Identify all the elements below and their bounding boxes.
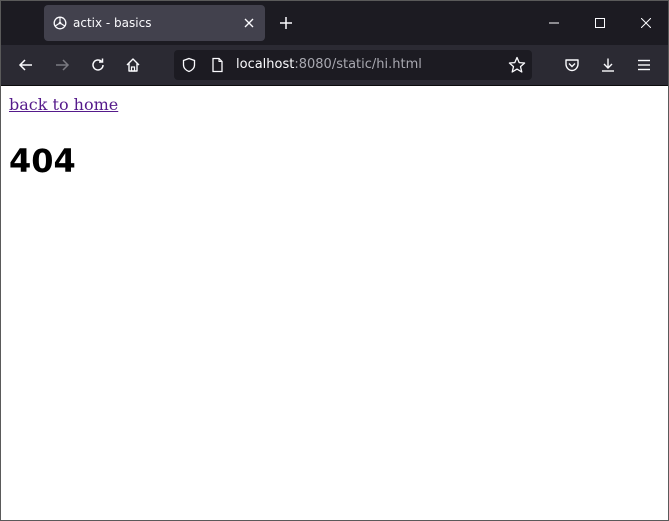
minimize-button[interactable] — [531, 1, 577, 45]
back-arrow-icon — [18, 57, 34, 73]
hamburger-menu-icon — [636, 57, 652, 73]
home-icon — [125, 57, 141, 73]
shield-icon[interactable] — [181, 57, 197, 73]
close-window-button[interactable] — [623, 1, 668, 45]
page-icon[interactable] — [209, 57, 225, 73]
pocket-button[interactable] — [558, 51, 586, 79]
reload-icon — [90, 57, 106, 73]
url-bar[interactable]: localhost:8080/static/hi.html — [174, 50, 532, 80]
back-to-home-link[interactable]: back to home — [9, 95, 118, 115]
close-tab-icon[interactable] — [241, 15, 257, 31]
maximize-icon — [595, 18, 605, 28]
url-host: localhost — [236, 57, 295, 72]
pocket-icon — [564, 57, 580, 73]
url-path: :8080/static/hi.html — [294, 57, 422, 72]
back-button[interactable] — [12, 51, 40, 79]
forward-arrow-icon — [54, 57, 70, 73]
url-text[interactable]: localhost:8080/static/hi.html — [236, 57, 422, 73]
page-title: 404 — [9, 142, 76, 180]
plus-icon — [279, 16, 293, 30]
browser-window: actix - basics localhost:8080/static/hi.… — [0, 0, 669, 521]
tab-title: actix - basics — [73, 16, 152, 30]
star-icon[interactable] — [508, 56, 526, 74]
forward-button[interactable] — [48, 51, 76, 79]
page-content: back to home 404 — [1, 86, 668, 520]
maximize-button[interactable] — [577, 1, 623, 45]
home-button[interactable] — [119, 51, 147, 79]
downloads-button[interactable] — [594, 51, 622, 79]
navigation-toolbar: localhost:8080/static/hi.html — [1, 45, 668, 86]
reload-button[interactable] — [84, 51, 112, 79]
new-tab-button[interactable] — [275, 12, 297, 34]
close-icon — [641, 18, 651, 28]
globe-icon — [53, 16, 67, 30]
tab-strip: actix - basics — [1, 1, 668, 45]
app-menu-button[interactable] — [630, 51, 658, 79]
download-icon — [600, 57, 616, 73]
minimize-icon — [549, 18, 559, 28]
tab-actix-basics[interactable]: actix - basics — [44, 5, 265, 41]
